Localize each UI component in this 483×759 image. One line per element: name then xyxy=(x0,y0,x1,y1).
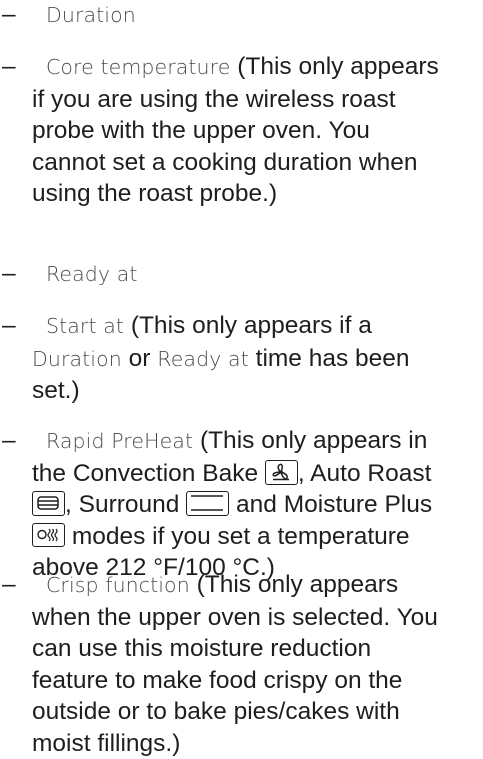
display-text-core-temperature: Core temperature xyxy=(46,55,230,79)
note-text: (This only appears in xyxy=(200,427,427,454)
note-text: , Auto Roast xyxy=(298,460,431,487)
note-line: can use this moisture reduction xyxy=(0,633,476,665)
display-text-rapid-preheat: Rapid PreHeat xyxy=(46,429,193,453)
display-text-start-at: Start at xyxy=(46,314,124,338)
list-item-duration: – Duration xyxy=(0,0,476,32)
surround-icon xyxy=(186,491,229,516)
note-line: when the upper oven is selected. You xyxy=(0,602,476,634)
note-text: (This only appears xyxy=(237,53,439,80)
auto-roast-icon xyxy=(32,491,65,516)
note-line: outside or to bake pies/cakes with xyxy=(0,696,476,728)
display-text-duration-ref: Duration xyxy=(32,347,122,371)
note-line: moist fillings.) xyxy=(0,728,476,759)
list-item-ready-at: – Ready at xyxy=(0,258,476,291)
list-dash: – xyxy=(2,258,16,290)
note-line: set.) xyxy=(0,375,476,407)
convection-bake-icon xyxy=(265,460,298,485)
display-text-duration: Duration xyxy=(46,3,136,27)
option-list: – Duration – Core temperature (This only… xyxy=(0,0,483,736)
note-line: the Convection Bake , Auto Roast xyxy=(0,458,476,490)
note-text: modes if you set a temperature xyxy=(72,523,410,550)
note-line: probe with the upper oven. You xyxy=(0,115,476,147)
list-item-core-temperature: – Core temperature (This only appears if… xyxy=(0,51,476,210)
list-dash: – xyxy=(2,51,16,83)
list-dash: – xyxy=(2,0,16,31)
note-line: modes if you set a temperature xyxy=(0,521,476,553)
list-dash: – xyxy=(2,569,16,601)
note-line: if you are using the wireless roast xyxy=(0,84,476,116)
note-text: (This only appears if a xyxy=(131,312,372,339)
display-text-crisp-function: Crisp function xyxy=(46,573,190,597)
list-item-start-at: – Start at (This only appears if a Durat… xyxy=(0,310,476,407)
note-text: time has been xyxy=(256,345,410,372)
display-text-ready-at: Ready at xyxy=(46,262,138,286)
list-dash: – xyxy=(2,310,16,342)
note-line: cannot set a cooking duration when xyxy=(0,147,476,179)
list-item-rapid-preheat: – Rapid PreHeat (This only appears in th… xyxy=(0,425,476,584)
note-line: , Surround and Moisture Plus xyxy=(0,489,476,521)
list-dash: – xyxy=(2,425,16,457)
moisture-plus-icon xyxy=(32,523,65,547)
list-item-crisp-function: – Crisp function (This only appears when… xyxy=(0,569,476,759)
note-text: or xyxy=(129,345,151,372)
note-line: Duration or Ready at time has been xyxy=(0,343,476,376)
note-line: using the roast probe.) xyxy=(0,178,476,210)
note-text: (This only appears xyxy=(197,571,399,598)
note-line: feature to make food crispy on the xyxy=(0,665,476,697)
note-text: , Surround xyxy=(65,491,179,518)
note-text: the Convection Bake xyxy=(32,460,258,487)
display-text-ready-at-ref: Ready at xyxy=(157,347,249,371)
note-text: and Moisture Plus xyxy=(236,491,432,518)
